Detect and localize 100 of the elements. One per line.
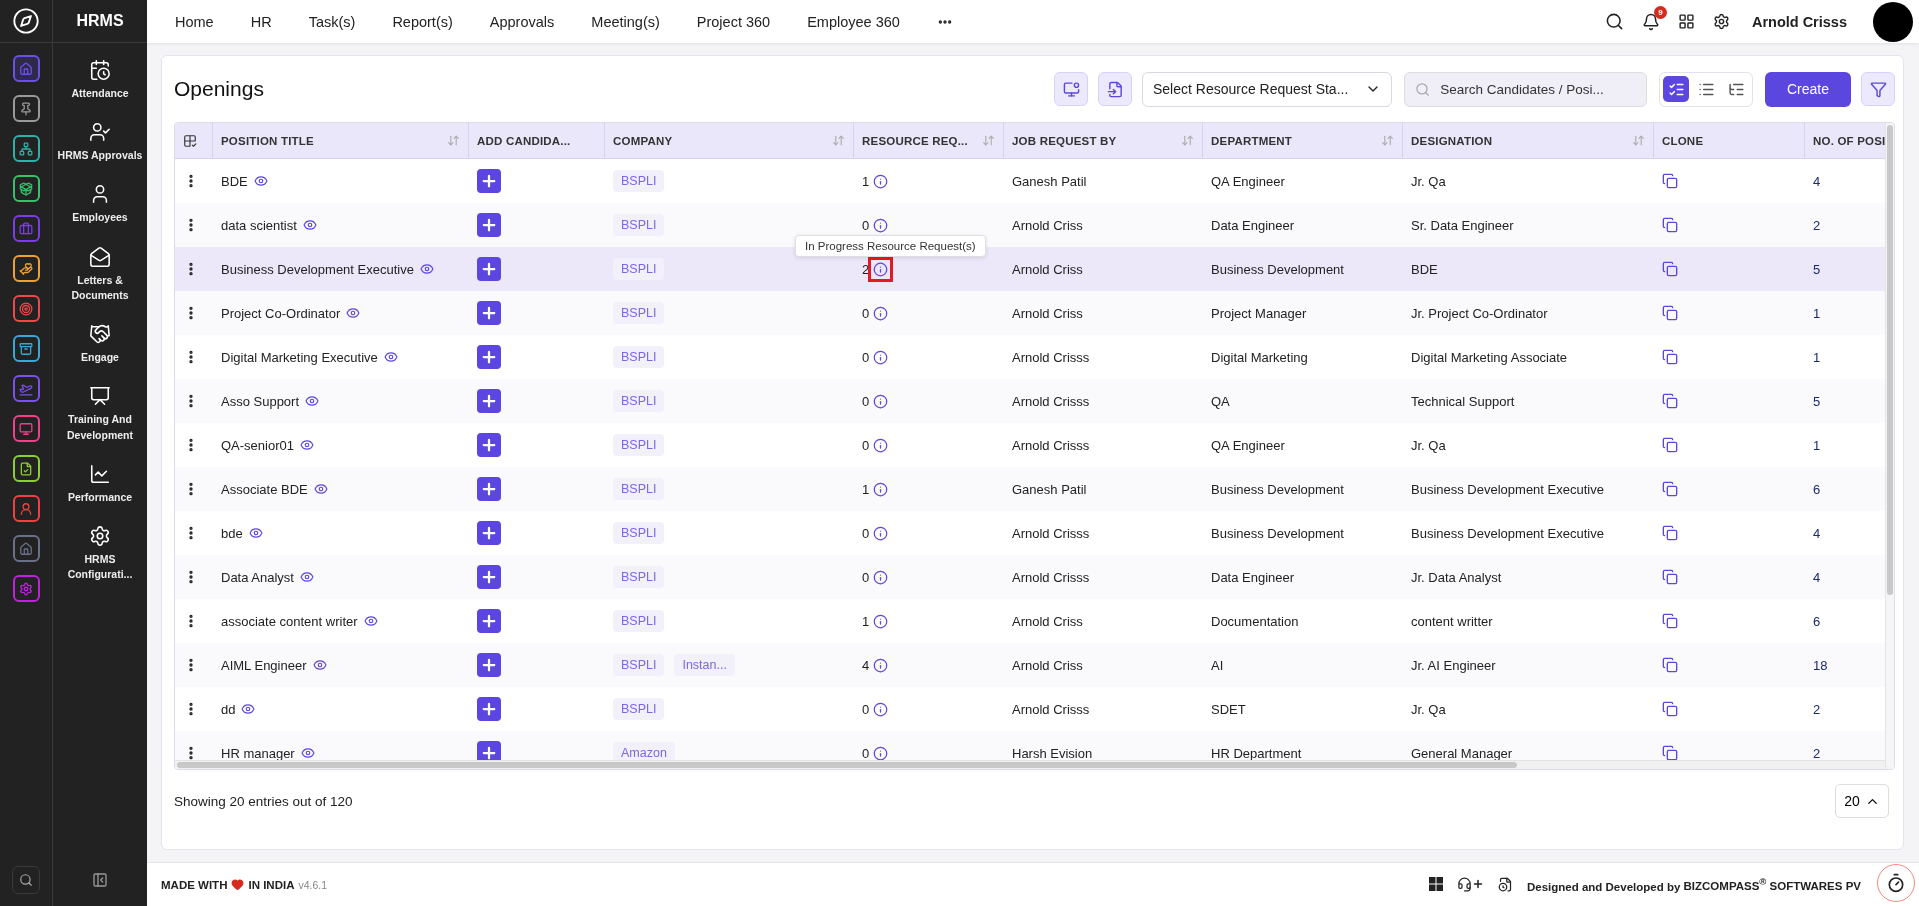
clone-icon[interactable] (1662, 481, 1678, 497)
sidebar-item[interactable]: Performance (67, 489, 133, 505)
search-button[interactable] (12, 866, 40, 894)
sidebar-icon[interactable] (89, 385, 111, 408)
scrollbar-thumb[interactable] (1887, 125, 1893, 595)
settings-icon[interactable] (1712, 13, 1730, 30)
module-icon[interactable] (19, 181, 33, 196)
user-name[interactable]: Arnold Crisss (1751, 13, 1847, 30)
sidebar-item[interactable]: HRMS Approvals (57, 148, 143, 164)
avatar[interactable] (1873, 1, 1913, 42)
module-button[interactable] (12, 175, 40, 202)
sidebar-item[interactable]: HRMS Configurati... (55, 551, 145, 583)
sidebar-icon[interactable] (89, 462, 111, 485)
logo-icon[interactable] (12, 7, 40, 35)
columns-icon[interactable] (183, 133, 197, 148)
nav-link[interactable]: Meeting(s) (591, 13, 660, 30)
notification-button[interactable]: 9 (1641, 5, 1667, 31)
view-icon[interactable] (300, 570, 314, 584)
sidebar-item[interactable]: Engage (81, 350, 119, 366)
clone-icon[interactable] (1662, 349, 1678, 365)
nav-link[interactable]: Task(s) (308, 13, 356, 30)
scrollbar-thumb[interactable] (177, 762, 1517, 768)
sidebar-item[interactable]: Attendance (71, 86, 129, 102)
windows-icon[interactable] (1428, 877, 1443, 892)
monitor-icon[interactable] (1062, 80, 1080, 98)
info-icon[interactable] (873, 393, 889, 409)
clone-icon[interactable] (1662, 393, 1678, 409)
clone-icon[interactable] (1662, 261, 1678, 277)
module-button[interactable] (12, 455, 40, 482)
nav-link[interactable]: Employee 360 (807, 13, 900, 30)
info-icon[interactable] (873, 349, 889, 365)
clone-icon[interactable] (1662, 305, 1678, 321)
view-icon[interactable] (312, 658, 327, 672)
create-button[interactable]: Create (1765, 71, 1851, 107)
module-icon[interactable] (19, 261, 33, 276)
view-icon[interactable] (383, 350, 398, 364)
sidebar-icon[interactable] (89, 323, 111, 346)
clone-icon[interactable] (1662, 701, 1678, 717)
page-size-select[interactable]: 20 (1835, 784, 1889, 818)
view-icon[interactable] (313, 482, 328, 496)
module-icon[interactable] (19, 421, 33, 436)
nav-link[interactable]: Home (175, 13, 214, 30)
info-icon[interactable] (873, 525, 889, 541)
sidebar-item[interactable]: Training And Development (55, 412, 145, 443)
filter-icon[interactable] (1869, 80, 1887, 98)
clone-icon[interactable] (1662, 217, 1678, 233)
module-icon[interactable] (19, 141, 33, 156)
view-icon[interactable] (253, 174, 268, 188)
module-icon[interactable] (19, 581, 33, 596)
info-icon[interactable] (873, 305, 889, 321)
view-icon[interactable] (302, 218, 317, 232)
module-button[interactable] (12, 255, 40, 282)
screen-button[interactable] (1054, 72, 1088, 106)
import-button[interactable] (1098, 72, 1132, 106)
view-icon[interactable] (346, 306, 361, 320)
view-icon[interactable] (305, 394, 320, 408)
module-icon[interactable] (19, 301, 33, 316)
info-icon[interactable] (873, 613, 889, 629)
module-button[interactable] (12, 95, 40, 122)
search-input[interactable]: Search Candidates / Posi... (1438, 80, 1636, 98)
sidebar-item[interactable]: Letters & Documents (55, 272, 145, 304)
sidebar-icon[interactable] (89, 245, 111, 268)
document-icon[interactable] (1497, 877, 1513, 892)
nav-link[interactable]: Project 360 (696, 13, 771, 30)
plus-icon[interactable] (1471, 878, 1484, 891)
module-icon[interactable] (19, 501, 33, 516)
info-icon[interactable] (873, 657, 889, 673)
info-icon[interactable] (873, 701, 889, 717)
apps-icon[interactable] (1677, 13, 1695, 30)
sidebar-item[interactable]: Employees (72, 210, 128, 226)
view-icon[interactable] (248, 526, 263, 540)
clone-icon[interactable] (1662, 173, 1678, 189)
clone-icon[interactable] (1662, 613, 1678, 629)
view-icon[interactable] (241, 702, 256, 716)
view-icon[interactable] (419, 262, 434, 276)
info-icon[interactable] (873, 481, 889, 497)
module-button[interactable] (12, 135, 40, 162)
filter-button[interactable] (1861, 72, 1895, 106)
nav-link[interactable]: HR (250, 13, 272, 30)
info-icon[interactable] (873, 261, 889, 277)
module-button[interactable] (12, 295, 40, 322)
bell-icon[interactable] (1641, 12, 1660, 31)
sidebar-icon[interactable] (89, 59, 111, 81)
view-icon[interactable] (363, 614, 378, 628)
nav-link[interactable]: Report(s) (392, 13, 453, 30)
stopwatch-icon[interactable] (1886, 873, 1906, 893)
view-icon[interactable] (300, 438, 314, 452)
sidebar-icon[interactable] (89, 524, 111, 547)
info-icon[interactable] (873, 173, 889, 189)
headset-icon[interactable] (1456, 877, 1472, 892)
module-icon[interactable] (19, 101, 33, 116)
clone-icon[interactable] (1662, 525, 1678, 541)
info-icon[interactable] (873, 569, 889, 585)
collapse-sidebar-icon[interactable] (92, 872, 108, 888)
sidebar-icon[interactable] (89, 121, 111, 144)
status-select[interactable]: Select Resource Request Sta... (1142, 71, 1392, 107)
timer-button[interactable] (1877, 864, 1915, 902)
clone-icon[interactable] (1662, 437, 1678, 453)
search-icon[interactable] (1604, 12, 1624, 31)
search-field[interactable]: Search Candidates / Posi... (1404, 71, 1647, 107)
